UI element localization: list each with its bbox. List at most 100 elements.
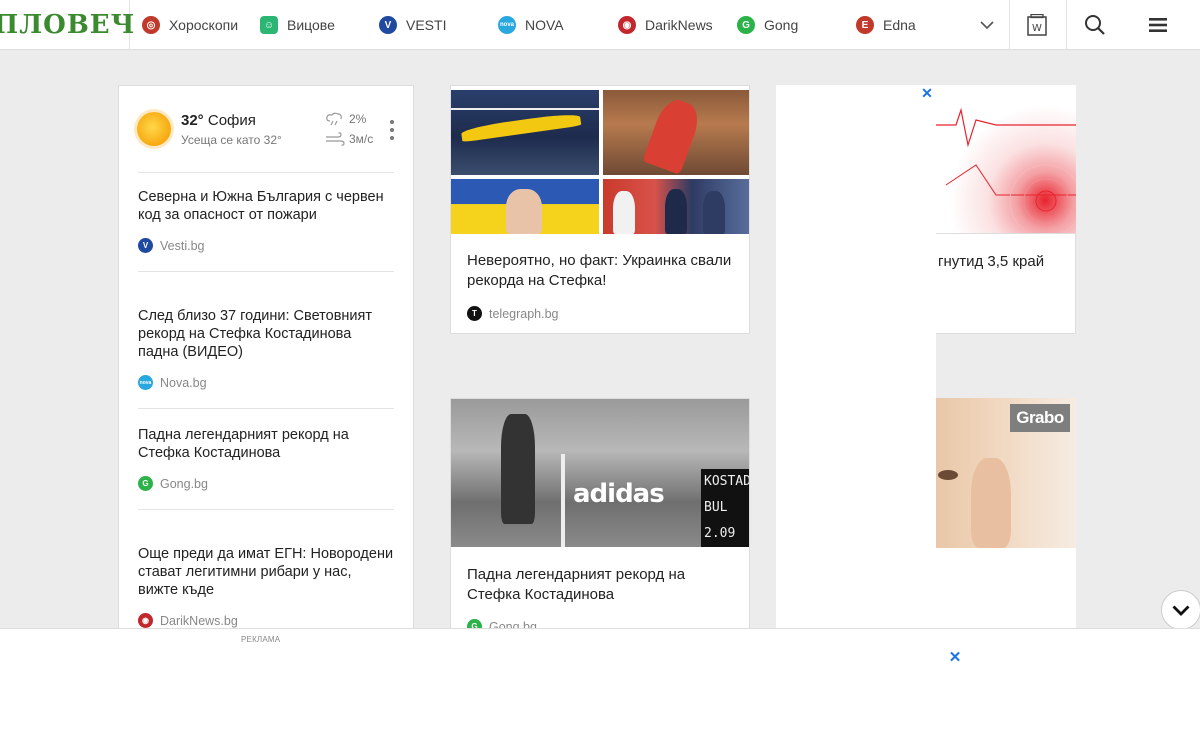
athlete-photo <box>603 90 749 175</box>
dot-icon <box>390 120 394 124</box>
ukraine-flag-photo <box>451 179 599 234</box>
svg-text:W: W <box>1032 23 1042 34</box>
nav-item-label: DarikNews <box>645 17 713 33</box>
card-source: Ttelegraph.bg <box>467 306 559 321</box>
nova-icon: nova <box>138 375 153 390</box>
bottom-ad-close-icon[interactable]: ✕ <box>948 650 962 665</box>
ad-close-icon[interactable]: ✕ <box>920 86 934 100</box>
nav-item-label: NOVA <box>525 17 564 33</box>
vesti-icon: V <box>379 16 397 34</box>
earthquake-card-image[interactable] <box>936 85 1076 233</box>
top-navigation-bar: ПЛОВЕЧ ◎ Хороскопи ☺ Вицове V VESTI nova… <box>0 0 1200 50</box>
hamburger-menu-icon <box>1149 18 1167 32</box>
divider <box>138 172 394 173</box>
photo-scoreboard: KOSTAD BUL 2.09 <box>701 469 749 547</box>
logo-text: ПЛОВЕЧ <box>0 10 136 40</box>
rain-value: 2% <box>349 112 367 126</box>
weather-widget[interactable]: 32° София Усеща се като 32° 2% 3м/с <box>119 86 415 172</box>
site-logo[interactable]: ПЛОВЕЧ <box>0 0 134 50</box>
wind-value: 3м/с <box>349 132 374 146</box>
rain-icon <box>326 112 342 126</box>
card-title: Падна легендарният рекорд на Стефка Кост… <box>467 566 686 603</box>
nav-item-label: Edna <box>883 17 916 33</box>
chevron-down-icon <box>980 20 994 29</box>
ad-panel <box>776 85 936 630</box>
face-eye <box>938 470 958 480</box>
weather-feels-like: Усеща се като 32° <box>181 133 282 147</box>
grabo-ad-image[interactable]: Grabo <box>936 398 1076 548</box>
ad-panel-lower <box>936 548 1076 630</box>
news-source: G Gong.bg <box>138 476 394 491</box>
divider <box>138 509 394 510</box>
search-icon <box>1085 15 1105 35</box>
chevron-down-icon <box>1172 605 1190 616</box>
wind-icon <box>326 132 345 146</box>
weather-options-button[interactable] <box>389 120 395 140</box>
news-item[interactable]: Северна и Южна България с червен код за … <box>138 188 394 253</box>
nav-item-horoscopes[interactable]: ◎ Хороскопи <box>142 0 238 50</box>
news-title: След близо 37 години: Световният рекорд … <box>138 308 372 360</box>
weather-temp: 32° София <box>181 112 256 129</box>
nav-item-label: Хороскопи <box>169 17 239 33</box>
jokes-icon: ☺ <box>260 16 278 34</box>
card-title: гнутид 3,5 край <box>938 253 1045 270</box>
vesti-icon: V <box>138 238 153 253</box>
nav-more-dropdown[interactable] <box>965 0 1010 50</box>
news-source: V Vesti.bg <box>138 238 394 253</box>
scroll-down-button[interactable] <box>1161 590 1200 630</box>
ad-label: Реклама <box>241 635 281 644</box>
news-title: Падна легендарният рекорд на Стефка Кост… <box>138 427 349 461</box>
hand-shape <box>971 458 1011 548</box>
nav-item-jokes[interactable]: ☺ Вицове <box>260 0 335 50</box>
news-card[interactable]: Невероятно, но факт: Украинка свали реко… <box>450 85 750 334</box>
grabo-logo: Grabo <box>1010 404 1070 432</box>
sunny-weather-icon <box>137 112 171 146</box>
horoscope-icon: ◎ <box>142 16 160 34</box>
news-item[interactable]: Падна легендарният рекорд на Стефка Кост… <box>138 426 394 491</box>
dariknews-icon: ◉ <box>138 613 153 628</box>
nav-item-edna[interactable]: E Edna <box>856 0 916 50</box>
dariknews-icon: ◉ <box>618 16 636 34</box>
card-title: Невероятно, но факт: Украинка свали реко… <box>467 252 732 289</box>
dot-icon <box>390 136 394 140</box>
weather-widget-button[interactable]: W <box>1007 0 1067 50</box>
news-item[interactable]: Още преди да имат ЕГН: Новородени стават… <box>138 545 394 628</box>
nav-item-vesti[interactable]: V VESTI <box>379 0 446 50</box>
menu-button[interactable] <box>1128 0 1188 50</box>
telegraph-icon: T <box>467 306 482 321</box>
nav-item-label: Gong <box>764 17 799 33</box>
record-photo: adidas KOSTAD BUL 2.09 <box>451 399 749 547</box>
photo-banner: adidas <box>573 479 665 509</box>
news-source: nova Nova.bg <box>138 375 207 390</box>
seismograph-graphic <box>936 107 1076 233</box>
search-button[interactable] <box>1065 0 1125 50</box>
nav-item-label: VESTI <box>406 17 447 33</box>
news-title: Северна и Южна България с червен код за … <box>138 189 384 223</box>
high-jump-bar <box>561 454 565 547</box>
dot-icon <box>390 128 394 132</box>
news-source: ◉ DarikNews.bg <box>138 613 394 628</box>
nav-item-nova[interactable]: nova NOVA <box>498 0 564 50</box>
divider <box>138 271 394 272</box>
news-card[interactable]: adidas KOSTAD BUL 2.09 Падна легендарния… <box>450 398 750 643</box>
divider <box>138 408 394 409</box>
news-item[interactable]: След близо 37 години: Световният рекорд … <box>138 307 394 390</box>
nav-item-dariknews[interactable]: ◉ DarikNews <box>618 0 713 50</box>
nav-item-label: Вицове <box>287 17 335 33</box>
edna-icon: E <box>856 16 874 34</box>
weather-rain: 2% <box>325 112 366 126</box>
nav-item-gong[interactable]: G Gong <box>737 0 798 50</box>
widget-icon: W <box>1026 14 1047 36</box>
news-title: Още преди да имат ЕГН: Новородени стават… <box>138 546 394 598</box>
card-image-collage <box>451 86 749 234</box>
high-jump-photo <box>451 90 599 175</box>
news-card-partial[interactable]: гнутид 3,5 край <box>936 233 1076 334</box>
nova-icon: nova <box>498 16 516 34</box>
gong-icon: G <box>737 16 755 34</box>
weather-wind: 3м/с <box>325 132 373 146</box>
news-sidebar: 32° София Усеща се като 32° 2% 3м/с Севе… <box>118 85 414 645</box>
bottom-ad-banner: Реклама ✕ <box>0 628 1200 740</box>
athlete-figure <box>501 414 535 524</box>
ceremony-photo <box>603 179 749 234</box>
gong-icon: G <box>138 476 153 491</box>
